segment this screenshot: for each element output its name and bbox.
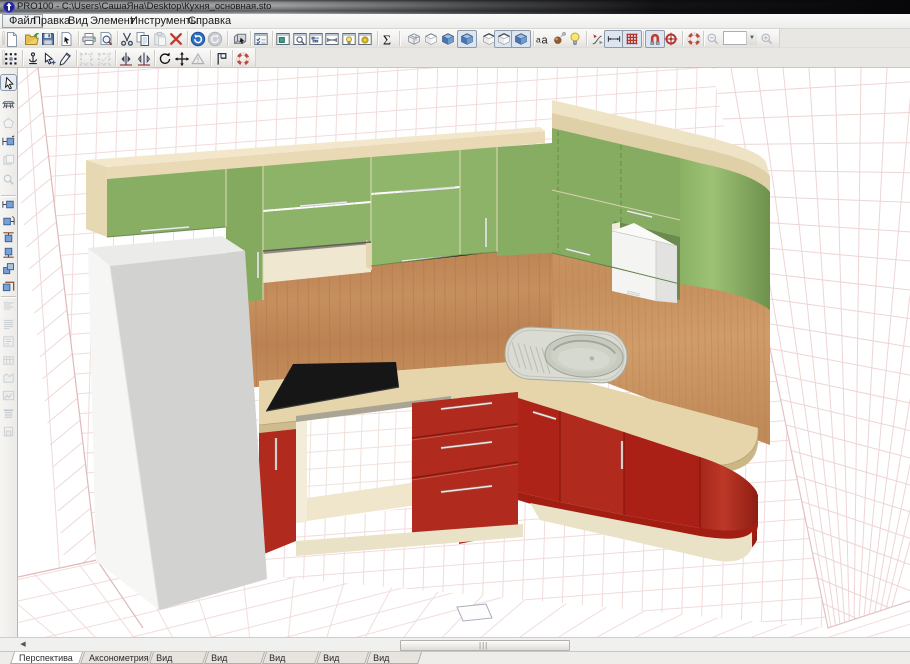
svg-text:a: a <box>536 35 541 45</box>
svg-text:Σ: Σ <box>383 33 391 47</box>
svg-text:a: a <box>542 35 549 47</box>
